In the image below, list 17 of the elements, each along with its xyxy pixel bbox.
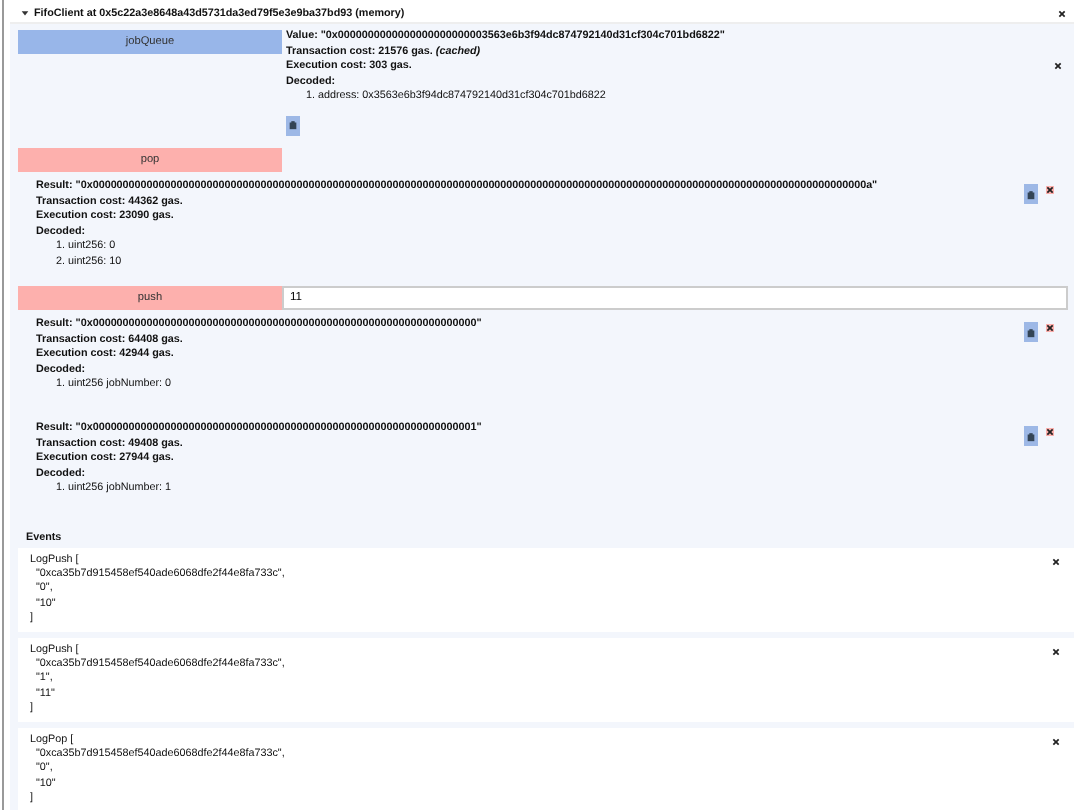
close-icon[interactable] <box>1052 738 1060 747</box>
clipboard-icon <box>1026 327 1036 337</box>
clipboard-icon <box>1026 431 1036 441</box>
copy-button[interactable] <box>1024 322 1038 342</box>
close-icon[interactable] <box>1054 62 1062 70</box>
caret-icon[interactable] <box>20 8 30 18</box>
clipboard-icon <box>288 120 298 130</box>
copy-button[interactable] <box>286 115 300 135</box>
close-icon[interactable] <box>1058 9 1066 17</box>
copy-button[interactable] <box>1024 184 1038 204</box>
copy-button[interactable] <box>1024 426 1038 446</box>
close-icon[interactable] <box>1046 186 1054 194</box>
close-icon[interactable] <box>1046 428 1054 436</box>
clipboard-icon <box>1026 189 1036 199</box>
close-icon[interactable] <box>1046 324 1054 332</box>
close-icon[interactable] <box>1052 558 1060 566</box>
close-icon[interactable] <box>1052 648 1060 657</box>
